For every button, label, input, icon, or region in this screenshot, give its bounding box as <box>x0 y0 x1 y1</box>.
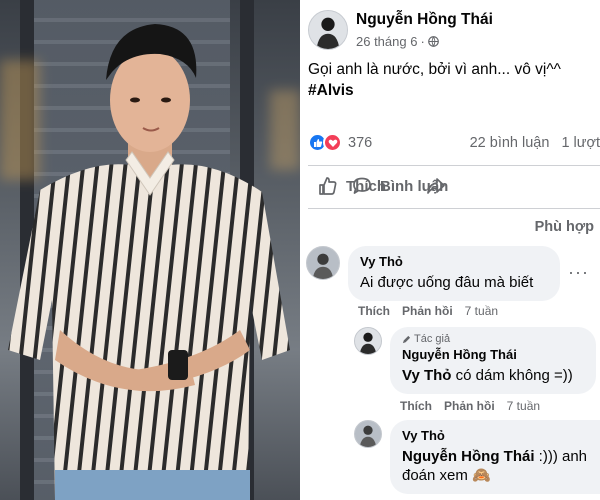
author-avatar[interactable] <box>308 10 348 50</box>
comment-sort-dropdown[interactable]: Phù hợp <box>535 219 594 235</box>
comment-reply-link[interactable]: Phản hồi <box>444 399 495 413</box>
comment-bubble: Tác giả Nguyễn Hồng Thái Vy Thỏ có dám k… <box>390 327 596 394</box>
author-reply-avatar[interactable] <box>354 327 382 355</box>
post-caption: Gọi anh là nước, bởi vì anh... vô vị^^ <box>308 61 561 78</box>
reply-item: Tác giả Nguyễn Hồng Thái Vy Thỏ có dám k… <box>354 327 596 394</box>
mention-link[interactable]: Vy Thỏ <box>402 367 451 384</box>
shares-count[interactable]: 1 lượt <box>561 135 600 151</box>
more-options-icon[interactable]: ··· <box>568 262 589 283</box>
comment-body-line2: đoán xem 🙈 <box>402 467 491 484</box>
man-portrait <box>8 24 290 500</box>
post-text: Gọi anh là nước, bởi vì anh... vô vị^^ #… <box>308 59 561 101</box>
comment-like-link[interactable]: Thích <box>400 399 432 413</box>
facebook-post: Nguyễn Hồng Thái 26 tháng 6 · Gọi anh là… <box>300 0 600 500</box>
divider <box>308 165 600 166</box>
post-time-text[interactable]: 26 tháng 6 <box>356 34 417 49</box>
love-reaction-icon <box>323 133 342 152</box>
reaction-icons[interactable] <box>308 133 342 152</box>
reply-item: Vy Thỏ Nguyễn Hồng Thái :))) anh đoán xem… <box>354 420 600 494</box>
comment-item: Vy Thỏ Ai được uống đâu mà biết <box>306 246 560 301</box>
divider <box>308 208 600 209</box>
post-photo[interactable] <box>0 0 300 500</box>
dot-separator: · <box>420 34 425 49</box>
reactions-count[interactable]: 376 <box>348 135 372 151</box>
comment-bubble: Vy Thỏ Nguyễn Hồng Thái :))) anh đoán xem… <box>390 420 600 494</box>
pen-icon <box>402 335 411 343</box>
commenter-name[interactable]: Vy Thỏ <box>402 428 600 443</box>
author-badge-label: Tác giả <box>414 333 451 345</box>
comment-text: Vy Thỏ có dám không =)) <box>402 366 584 385</box>
post-header: Nguyễn Hồng Thái 26 tháng 6 · <box>308 10 493 50</box>
globe-icon <box>427 36 439 47</box>
comment-label: Bình luận <box>380 177 449 195</box>
thumbs-up-icon <box>319 177 337 195</box>
comment-text: Nguyễn Hồng Thái :))) anh đoán xem 🙈 <box>402 447 600 485</box>
sort-label: Phù hợp <box>534 219 594 235</box>
comment-like-link[interactable]: Thích <box>358 304 390 318</box>
comment-icon <box>353 177 371 194</box>
comment-button[interactable]: Bình luận <box>352 176 448 196</box>
comment-time[interactable]: 7 tuần <box>507 399 540 413</box>
comment-body: :))) anh <box>534 448 588 465</box>
comment-text: Ai được uống đâu mà biết <box>360 274 534 291</box>
comments-count[interactable]: 22 bình luận <box>470 135 550 151</box>
comment-meta: Thích Phản hồi 7 tuần <box>400 399 540 413</box>
post-timestamp[interactable]: 26 tháng 6 · <box>356 34 493 49</box>
commenter-avatar[interactable] <box>306 246 340 280</box>
hashtag-link[interactable]: #Alvis <box>308 80 561 101</box>
comment-time[interactable]: 7 tuần <box>465 304 498 318</box>
commenter-avatar[interactable] <box>354 420 382 448</box>
author-badge: Tác giả <box>402 333 584 345</box>
author-name[interactable]: Nguyễn Hồng Thái <box>356 11 493 29</box>
post-stats: 376 22 bình luận 1 lượt <box>308 133 600 152</box>
comment-bubble: Vy Thỏ Ai được uống đâu mà biết <box>348 246 560 301</box>
mention-link[interactable]: Nguyễn Hồng Thái <box>402 448 535 465</box>
commenter-name[interactable]: Vy Thỏ <box>360 254 548 269</box>
comment-meta: Thích Phản hồi 7 tuần <box>358 304 498 318</box>
post-actions: Thích Bình luận <box>308 176 600 196</box>
commenter-name[interactable]: Nguyễn Hồng Thái <box>402 347 584 362</box>
comment-body: có dám không =)) <box>451 367 573 384</box>
comment-reply-link[interactable]: Phản hồi <box>402 304 453 318</box>
